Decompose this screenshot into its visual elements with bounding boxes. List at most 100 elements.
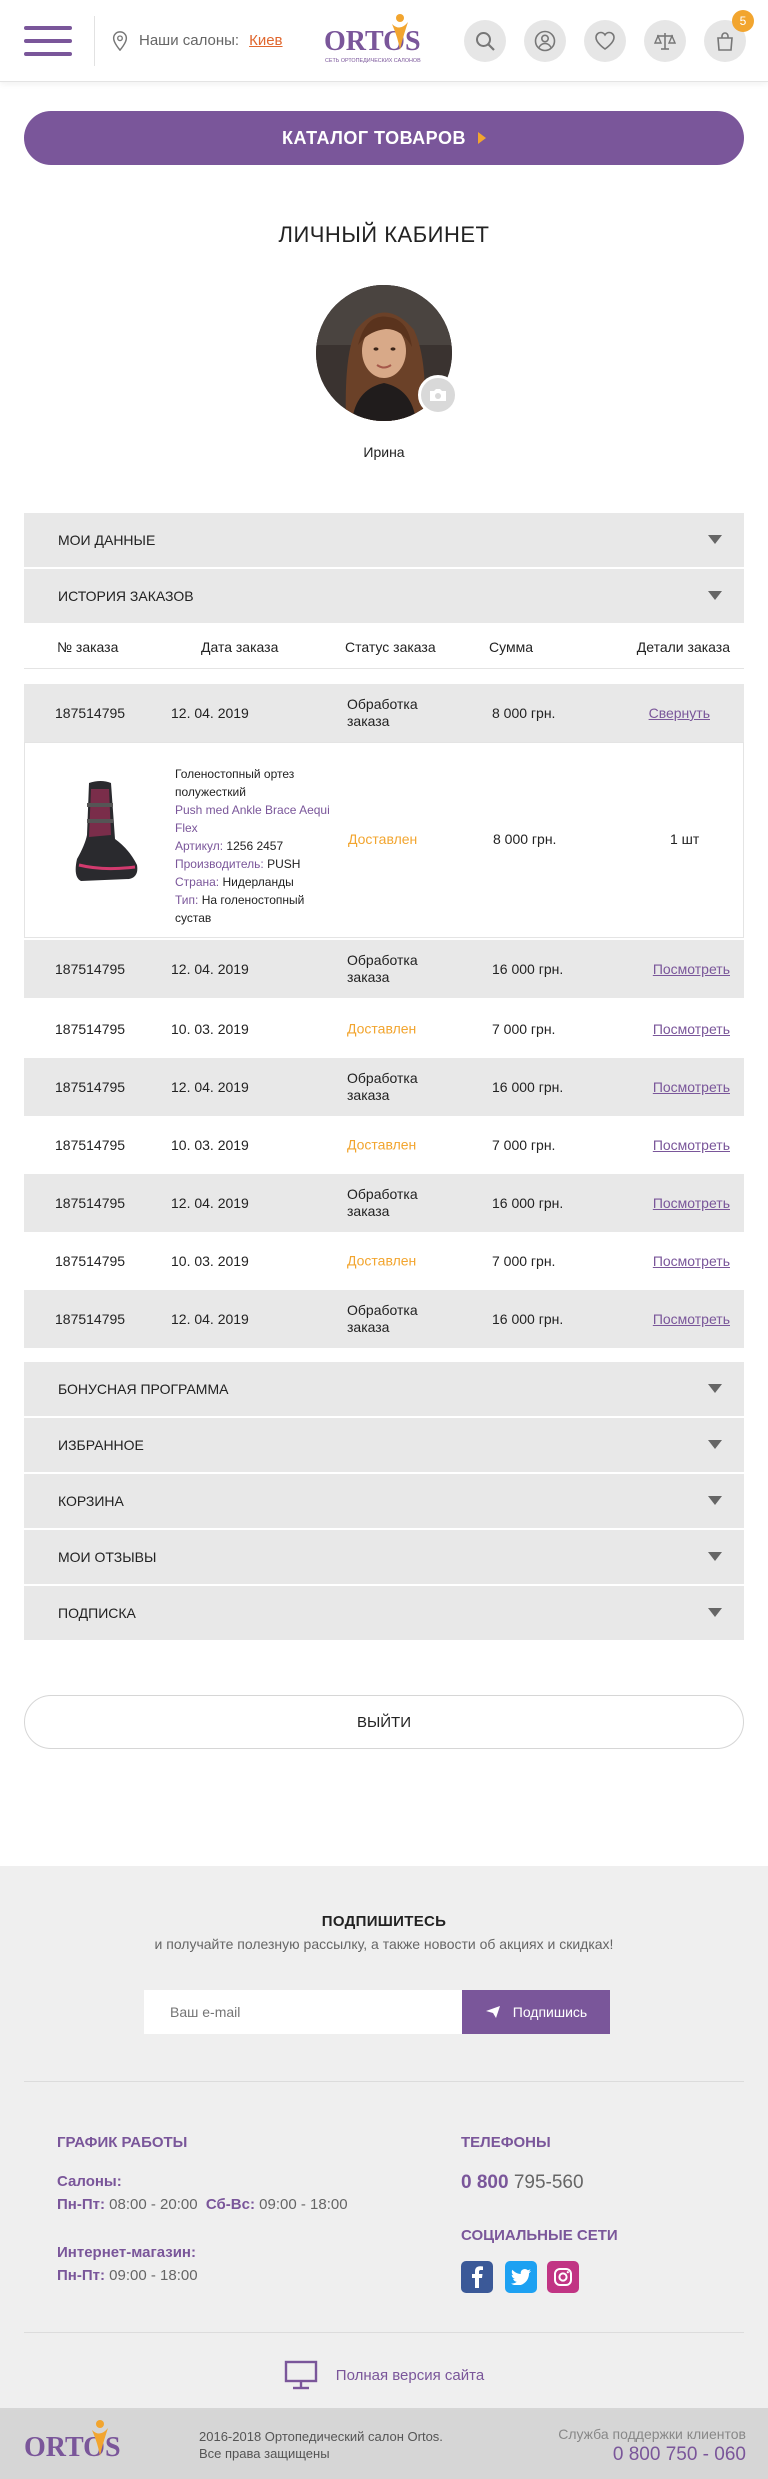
product-maker: Производитель: PUSH [175, 855, 335, 873]
collapse-order-link[interactable]: Свернуть [649, 705, 710, 721]
footer-divider [24, 2332, 744, 2333]
order-date: 12. 04. 2019 [171, 1311, 249, 1327]
user-icon [534, 30, 556, 52]
salons-selector: Наши салоны: Киев [111, 30, 283, 51]
weekend-label: Сб-Вс: [205, 2196, 255, 2213]
section-order-history[interactable]: ИСТОРИЯ ЗАКАЗОВ [24, 569, 744, 623]
order-status: Доставлен [347, 1136, 417, 1153]
subscribe-button[interactable]: Подпишись [462, 1990, 610, 2034]
order-id: 187514795 [55, 705, 126, 721]
copyright: 2016-2018 Ортопедический салон Ortos. Вс… [199, 2428, 443, 2462]
city-link[interactable]: Киев [249, 32, 282, 49]
search-button[interactable] [464, 20, 506, 62]
product-info: Голеностопный ортез полужесткий Push med… [175, 765, 335, 927]
section-subscription[interactable]: ПОДПИСКА [24, 1586, 744, 1640]
chevron-down-icon [708, 1384, 722, 1393]
article-label: Артикул: [175, 839, 224, 853]
column-header: Детали заказа [636, 638, 730, 655]
column-header: Дата заказа [201, 638, 279, 655]
order-status: Обработка заказа [347, 1302, 418, 1335]
schedule-title: ГРАФИК РАБОТЫ [57, 2134, 188, 2151]
cart-count-badge: 5 [732, 10, 754, 32]
site-footer: ПОДПИШИТЕСЬ и получайте полезную рассылк… [0, 1866, 768, 2479]
order-id: 187514795 [55, 1253, 126, 1269]
product-quantity: 1 шт [670, 831, 700, 847]
logout-button[interactable]: ВЫЙТИ [24, 1695, 744, 1749]
maker-label: Производитель: [175, 857, 264, 871]
menu-icon[interactable] [24, 25, 72, 56]
ortos-logo[interactable]: ORTOS [22, 2418, 126, 2468]
full-version-link[interactable]: Полная версия сайта [0, 2360, 768, 2390]
view-order-link[interactable]: Посмотреть [653, 961, 730, 977]
twitter-icon[interactable] [505, 2261, 537, 2293]
phones-title: ТЕЛЕФОНЫ [461, 2134, 551, 2151]
chevron-down-icon [708, 1608, 722, 1617]
subscribe-button-label: Подпишись [512, 2004, 588, 2020]
phone-number[interactable]: 0 800 795-560 [461, 2172, 584, 2194]
favorites-button[interactable] [584, 20, 626, 62]
product-sum: 8 000 грн. [493, 831, 557, 847]
header-actions: 5 [464, 10, 754, 62]
salons-label: Наши салоны: [139, 32, 240, 49]
order-row: 187514795 12. 04. 2019 Обработка заказа … [24, 1174, 744, 1232]
section-order-history-label: ИСТОРИЯ ЗАКАЗОВ [58, 588, 194, 604]
order-date: 12. 04. 2019 [171, 1079, 249, 1095]
change-photo-button[interactable] [418, 375, 458, 415]
account-button[interactable] [524, 20, 566, 62]
order-row: 187514795 10. 03. 2019 Доставлен 7 000 г… [24, 1232, 744, 1290]
cart-button[interactable]: 5 [704, 10, 754, 62]
catalog-button-label: КАТАЛОГ ТОВАРОВ [282, 127, 466, 148]
view-order-link[interactable]: Посмотреть [653, 1195, 730, 1211]
section-favorites-label: ИЗБРАННОЕ [58, 1437, 144, 1453]
compare-button[interactable] [644, 20, 686, 62]
salons-hours: Пн-Пт: 08:00 - 20:00 Сб-Вс: 09:00 - 18:0… [57, 2196, 348, 2213]
section-reviews-label: МОИ ОТЗЫВЫ [58, 1549, 157, 1565]
site-header: Наши салоны: Киев ORTOS СЕТЬ ОРТОПЕДИЧЕС… [0, 0, 768, 82]
order-date: 12. 04. 2019 [171, 1195, 249, 1211]
camera-icon [430, 389, 446, 401]
salons-hours-label: Салоны: [57, 2173, 122, 2190]
online-label: Интернет-магазин: [57, 2244, 196, 2261]
order-row: 187514795 12. 04. 2019 Обработка заказа … [24, 684, 744, 742]
facebook-icon[interactable] [461, 2261, 493, 2293]
section-favorites[interactable]: ИЗБРАННОЕ [24, 1418, 744, 1472]
logo-text: ORTOS [324, 26, 421, 57]
weekend-hours: 09:00 - 18:00 [259, 2196, 348, 2213]
subscribe-title: ПОДПИШИТЕСЬ [321, 1913, 447, 1930]
location-pin-icon [112, 30, 128, 51]
order-date: 12. 04. 2019 [171, 961, 249, 977]
logo-tagline: СЕТЬ ОРТОПЕДИЧЕСКИХ САЛОНОВ [325, 58, 421, 64]
article-value: 1256 2457 [226, 839, 284, 853]
desktop-icon [284, 2360, 317, 2390]
instagram-icon[interactable] [547, 2261, 579, 2293]
order-status: Обработка заказа [347, 1070, 418, 1103]
order-row: 187514795 10. 03. 2019 Доставлен 7 000 г… [24, 1000, 744, 1058]
ortos-logo[interactable]: ORTOS СЕТЬ ОРТОПЕДИЧЕСКИХ САЛОНОВ [322, 10, 426, 70]
section-cart[interactable]: КОРЗИНА [24, 1474, 744, 1528]
section-bonus[interactable]: БОНУСНАЯ ПРОГРАММА [24, 1362, 744, 1416]
order-row: 187514795 12. 04. 2019 Обработка заказа … [24, 940, 744, 998]
footer-divider [24, 2081, 744, 2082]
view-order-link[interactable]: Посмотреть [653, 1079, 730, 1095]
header-divider [94, 15, 95, 66]
chevron-down-icon [708, 1496, 722, 1505]
view-order-link[interactable]: Посмотреть [653, 1253, 730, 1269]
order-sum: 7 000 грн. [492, 1021, 556, 1037]
order-sum: 16 000 грн. [492, 1195, 564, 1211]
view-order-link[interactable]: Посмотреть [653, 1137, 730, 1153]
section-reviews[interactable]: МОИ ОТЗЫВЫ [24, 1530, 744, 1584]
view-order-link[interactable]: Посмотреть [653, 1021, 730, 1037]
product-model-link[interactable]: Push med Ankle Brace Aequi Flex [175, 801, 335, 837]
country-value: Нидерланды [222, 875, 294, 889]
section-my-data[interactable]: МОИ ДАННЫЕ [24, 513, 744, 567]
view-order-link[interactable]: Посмотреть [653, 1311, 730, 1327]
email-field[interactable] [144, 1990, 462, 2034]
order-id: 187514795 [55, 1137, 126, 1153]
order-sum: 16 000 грн. [492, 1311, 564, 1327]
order-sum: 16 000 грн. [492, 961, 564, 977]
page: Наши салоны: Киев ORTOS СЕТЬ ОРТОПЕДИЧЕС… [0, 0, 768, 2479]
support-phone[interactable]: 0 800 750 - 060 [558, 2444, 746, 2466]
salons-label: Салоны: [57, 2173, 122, 2190]
section-my-data-label: МОИ ДАННЫЕ [58, 532, 156, 548]
catalog-button[interactable]: КАТАЛОГ ТОВАРОВ [24, 111, 744, 165]
